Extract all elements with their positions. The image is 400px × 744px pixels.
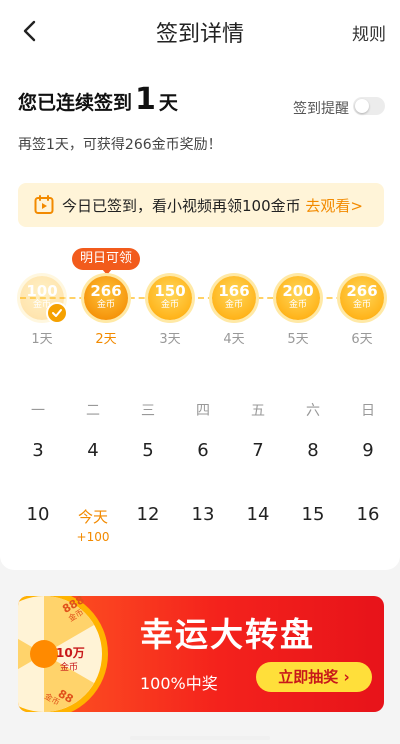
calendar-date: 9	[362, 440, 374, 461]
calendar-date: 13	[191, 504, 215, 525]
reward-coin-day2: 266 金币	[84, 276, 128, 320]
reminder-label: 签到提醒	[293, 101, 349, 117]
reward-day-label: 5天	[287, 332, 309, 347]
weekday-header: 六	[306, 403, 320, 419]
reward-day-label: 3天	[159, 332, 181, 347]
calendar-video-icon	[34, 195, 54, 214]
weekday-header: 五	[251, 403, 265, 419]
weekday-header: 四	[196, 403, 210, 419]
reward-day-label: 2天	[95, 332, 117, 347]
reward-coin-day4: 166 金币	[212, 276, 256, 320]
coin-value: 150	[154, 282, 186, 300]
calendar-date: 10	[26, 504, 50, 525]
promo-subtitle: 100%中奖	[140, 674, 218, 693]
coin-unit: 金币	[160, 300, 179, 310]
streak-summary: 您已连续签到 1 天	[18, 82, 178, 117]
banner-message: 今日已签到，看小视频再领100金币	[62, 197, 301, 215]
video-banner[interactable]: 今日已签到，看小视频再领100金币 去观看>	[18, 183, 384, 227]
weekday-header: 日	[361, 403, 375, 419]
calendar-date-today: 今天	[77, 508, 108, 526]
coin-value: 166	[218, 282, 250, 300]
rules-link[interactable]: 规则	[352, 20, 386, 45]
checked-icon	[46, 302, 68, 324]
calendar-date: 7	[252, 440, 264, 461]
coin-value: 266	[346, 282, 378, 300]
toggle-knob	[355, 99, 369, 113]
promo-title: 幸运大转盘	[140, 615, 315, 654]
coin-value: 200	[282, 282, 314, 300]
weekday-header: 三	[141, 403, 155, 419]
weekday-header: 一	[31, 403, 45, 419]
reward-track-line	[20, 297, 382, 299]
reward-day-label: 6天	[351, 332, 373, 347]
coin-unit: 金币	[288, 300, 307, 310]
calendar-date: 16	[356, 504, 380, 525]
calendar-date: 4	[87, 440, 99, 461]
today-bonus: +100	[76, 530, 110, 544]
streak-suffix: 天	[158, 92, 178, 114]
calendar-date: 6	[197, 440, 209, 461]
nav-bar: 签到详情 规则	[0, 0, 400, 62]
coin-unit: 金币	[224, 300, 243, 310]
draw-now-button[interactable]: 立即抽奖 ›	[256, 662, 372, 692]
coin-unit: 金币	[352, 300, 371, 310]
lucky-wheel-banner[interactable]: 888 金币 10万 金币 88 金币 幸运大转盘 100%中奖 立即抽奖 ›	[18, 596, 384, 712]
reward-day-label: 4天	[223, 332, 245, 347]
weekday-header: 二	[86, 403, 100, 419]
calendar-date: 8	[307, 440, 319, 461]
watch-link[interactable]: 去观看>	[305, 197, 363, 215]
calendar-date: 15	[301, 504, 325, 525]
bottom-divider	[130, 736, 270, 740]
tomorrow-tag: 明日可领	[72, 248, 140, 275]
wheel-label: 金币	[60, 663, 79, 673]
calendar-date: 14	[246, 504, 270, 525]
calendar-date: 3	[32, 440, 44, 461]
coin-value: 266	[90, 282, 122, 300]
reward-hint: 再签1天，可获得266金币奖励！	[18, 137, 222, 153]
reward-coin-day5: 200 金币	[276, 276, 320, 320]
calendar-date: 12	[136, 504, 160, 525]
reward-coin-day6: 266 金币	[340, 276, 384, 320]
wheel-label: 10万	[56, 646, 85, 660]
coin-unit: 金币	[96, 300, 115, 310]
streak-prefix: 您已连续签到	[18, 92, 133, 114]
reward-day-label: 1天	[31, 332, 53, 347]
calendar-date: 5	[142, 440, 154, 461]
banner-text: 今日已签到，看小视频再领100金币 去观看>	[62, 195, 363, 216]
coin-value: 100	[26, 282, 58, 300]
reward-coin-day3: 150 金币	[148, 276, 192, 320]
streak-count: 1	[135, 82, 156, 117]
reminder-toggle[interactable]	[353, 97, 385, 115]
page-title: 签到详情	[155, 22, 244, 47]
